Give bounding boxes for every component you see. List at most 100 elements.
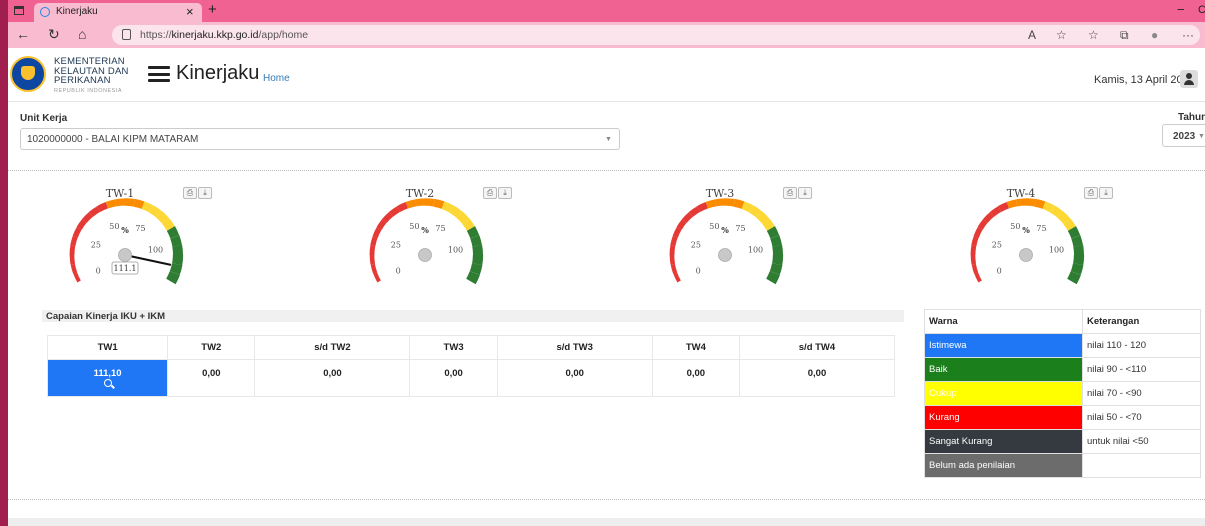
iku-cell-tw1[interactable]: 111,10 [46, 359, 169, 397]
profile-icon[interactable]: ● [1151, 28, 1158, 42]
legend-row: Belum ada penilaian [924, 453, 1201, 478]
gauge-pivot [418, 248, 432, 262]
legend-color-swatch: Sangat Kurang [924, 429, 1083, 454]
gauge-band [369, 254, 376, 265]
gauge-band [73, 272, 81, 283]
gauge-band [1073, 244, 1085, 256]
gauge-band [115, 198, 126, 207]
legend-row: Baik nilai 90 - <110 [924, 357, 1201, 382]
print-icon[interactable]: ⎙ [1084, 187, 1098, 199]
gauge-tick-label: 25 [992, 240, 1002, 249]
iku-cell: 0,00 [738, 359, 896, 397]
favorites-icon[interactable]: ☆ [1088, 28, 1099, 42]
refresh-button[interactable]: ↻ [48, 26, 60, 43]
new-tab-button[interactable]: + [208, 1, 217, 18]
gauge-band [766, 271, 780, 285]
gauge-tick-label: 25 [391, 240, 401, 249]
unit-kerja-value: 1020000000 - BALAI KIPM MATARAM [27, 134, 199, 145]
iku-cell: 0,00 [496, 359, 653, 397]
tab-close-icon[interactable]: × [186, 4, 194, 19]
user-menu-button[interactable] [1180, 70, 1198, 88]
gauge-title: TW-2 [406, 187, 435, 200]
gauge-band [1034, 198, 1046, 209]
app-title: Kinerjaku [176, 62, 260, 84]
gauge-band [971, 263, 979, 274]
gauge-band [970, 245, 977, 256]
gauge-tick-label: 50 [1010, 222, 1020, 231]
gauge-tick-label: 100 [148, 246, 163, 255]
gauge-band [456, 211, 469, 224]
divider [8, 499, 1205, 500]
legend-row: Cukup nilai 70 - <90 [924, 381, 1201, 406]
gauge-band [470, 235, 482, 247]
gauge-band [1006, 199, 1018, 209]
gauge-band [396, 202, 409, 213]
iku-title: Capaian Kinerja IKU + IKM [42, 310, 904, 322]
download-icon[interactable]: ⤓ [498, 187, 512, 199]
gauge-band [466, 226, 480, 239]
gauge-band [388, 206, 401, 217]
gauge-band [772, 244, 784, 256]
gauge-band [1057, 211, 1070, 224]
gauge-band [766, 226, 780, 239]
legend-color-swatch: Cukup [924, 381, 1083, 406]
window-menu-icon[interactable] [14, 6, 24, 15]
unit-kerja-select[interactable]: 1020000000 - BALAI KIPM MATARAM ▼ [20, 128, 620, 150]
download-icon[interactable]: ⤓ [798, 187, 812, 199]
read-aloud-icon[interactable]: A [1028, 28, 1036, 42]
gauge-band [705, 199, 717, 209]
back-button[interactable]: ← [16, 26, 30, 42]
home-button[interactable]: ⌂ [78, 26, 86, 42]
gauge-band [770, 235, 782, 247]
gauge-band [149, 205, 162, 218]
search-icon[interactable] [103, 379, 112, 387]
gauge-band [124, 198, 135, 207]
address-bar[interactable]: https://kinerjaku.kkp.go.id/app/home A ☆ [112, 25, 1200, 45]
gauge-band [69, 254, 76, 265]
collections-icon[interactable]: ⧉ [1120, 28, 1129, 43]
gauge-title: TW-4 [1007, 187, 1036, 200]
legend-row: Istimewa nilai 110 - 120 [924, 333, 1201, 358]
more-menu-icon[interactable]: ··· [1182, 28, 1194, 42]
iku-table: TW1 TW2 s/d TW2 TW3 s/d TW3 TW4 s/d TW4 … [46, 335, 896, 397]
browser-tab[interactable]: Kinerjaku × [34, 3, 202, 22]
menu-toggle-icon[interactable] [148, 66, 170, 82]
download-icon[interactable]: ⤓ [1099, 187, 1113, 199]
legend-header-keterangan: Keterangan [1082, 309, 1201, 334]
iku-col-header: s/d TW3 [496, 335, 653, 360]
gauge-tick-label: 25 [91, 240, 101, 249]
gauge-band [162, 217, 175, 231]
home-link[interactable]: Home [263, 73, 290, 84]
gauge-tick-label: 75 [135, 224, 145, 233]
download-icon[interactable]: ⤓ [198, 187, 212, 199]
gauge-band [772, 254, 784, 266]
gauge-band [169, 263, 183, 275]
iku-cell: 0,00 [409, 359, 498, 397]
gauge-band [466, 271, 480, 285]
gauge-band [688, 206, 701, 217]
chevron-down-icon: ▼ [605, 136, 612, 143]
gauge-band [756, 211, 769, 224]
print-icon[interactable]: ⎙ [783, 187, 797, 199]
legend-description: nilai 70 - <90 [1082, 381, 1201, 406]
print-icon[interactable]: ⎙ [183, 187, 197, 199]
legend-description: untuk nilai <50 [1082, 429, 1201, 454]
favorite-star-icon[interactable]: ☆ [1056, 28, 1067, 42]
window-minimize-button[interactable]: − [1177, 2, 1185, 17]
gauge-band [1063, 217, 1076, 231]
gauge-tick-label: 25 [691, 240, 701, 249]
gauge-band [974, 272, 982, 283]
gauge-band [762, 217, 775, 231]
iku-header-row: TW1 TW2 s/d TW2 TW3 s/d TW3 TW4 s/d TW4 [46, 335, 896, 360]
gauge-band [70, 236, 78, 247]
browser-toolbar: ← ↻ ⌂ https://kinerjaku.kkp.go.id/app/ho… [8, 22, 1205, 48]
window-edge-icon: C [1198, 4, 1205, 16]
gauge-band [715, 198, 726, 207]
tahun-value: 2023 [1173, 131, 1196, 142]
tab-title: Kinerjaku [56, 6, 98, 17]
print-icon[interactable]: ⎙ [483, 187, 497, 199]
gauge-band [989, 206, 1002, 217]
kkp-logo-icon[interactable] [10, 56, 46, 92]
ministry-name: KEMENTERIAN KELAUTAN DAN PERIKANAN [54, 56, 129, 86]
tahun-select[interactable]: 2023 ▼ [1162, 124, 1205, 147]
